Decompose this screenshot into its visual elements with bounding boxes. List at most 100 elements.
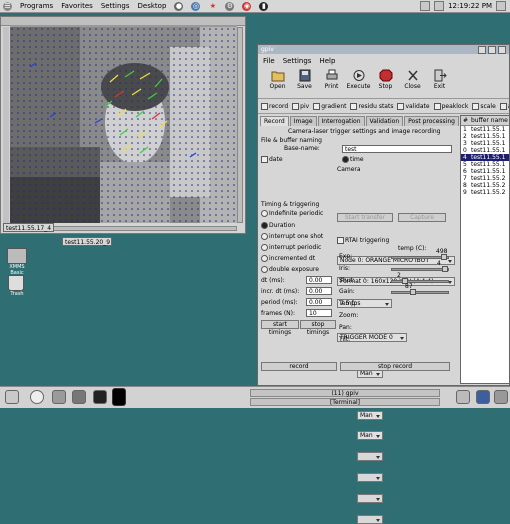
opt-average[interactable]: average <box>499 102 509 110</box>
lifebuoy-icon[interactable]: ◉ <box>242 1 252 11</box>
tab-record[interactable]: Record <box>260 116 289 126</box>
camera-vertical-scrollbar[interactable] <box>237 27 243 223</box>
close-button[interactable]: Close <box>399 69 426 97</box>
save-button[interactable]: Save <box>291 69 318 97</box>
desktop-file-label-2[interactable]: test11.55.20_9 <box>62 237 112 246</box>
opt-gradient[interactable]: gradient <box>313 102 346 110</box>
feature-mode-select[interactable]: Man <box>357 431 383 441</box>
timing-interrupt-periodic[interactable]: interrupt periodic <box>261 244 321 251</box>
tray-network-icon[interactable] <box>476 390 490 404</box>
menu-file[interactable]: File <box>263 57 275 65</box>
incr-dt-input[interactable]: 0.00 <box>306 287 332 295</box>
rtai-checkbox[interactable]: RTAI triggering <box>337 237 389 244</box>
opt-record[interactable]: record <box>261 102 288 110</box>
menu-programs[interactable]: Programs <box>20 2 53 10</box>
buffer-row[interactable]: 6 test11.55.1 <box>461 168 509 175</box>
col-buffer-name[interactable]: buffer name <box>471 117 508 124</box>
period-input[interactable]: 0.00 <box>306 298 332 306</box>
trash-shortcut[interactable]: Trash <box>5 275 29 297</box>
feature-slider[interactable] <box>391 265 449 272</box>
close-window-button[interactable] <box>498 46 506 54</box>
print-button[interactable]: Print <box>318 69 345 97</box>
start-transfer-button[interactable]: Start transfer <box>337 213 393 222</box>
buffer-row[interactable]: 8 test11.55.2 <box>461 182 509 189</box>
gnome-foot-icon[interactable]: ● <box>174 1 184 11</box>
timing-duration[interactable]: Duration <box>261 222 295 229</box>
menu-settings[interactable]: Settings <box>101 2 130 10</box>
xmms-shortcut[interactable]: XMMS Basic <box>5 248 29 276</box>
feature-slider[interactable] <box>391 289 449 296</box>
opt-validate[interactable]: validate <box>397 102 430 110</box>
exit-button[interactable]: Exit <box>426 69 453 97</box>
terminal-icon[interactable]: ▮ <box>259 1 269 11</box>
col-num[interactable]: # <box>461 117 471 124</box>
timing-double-exposure[interactable]: double exposure <box>261 266 319 273</box>
buffer-row[interactable]: 2 test11.55.1 <box>461 133 509 140</box>
opt-piv[interactable]: piv <box>292 102 309 110</box>
execute-button[interactable]: Execute <box>345 69 372 97</box>
settings-icon[interactable]: ⚙ <box>225 1 235 11</box>
cpu-monitor-icon[interactable] <box>112 388 126 406</box>
buffer-row[interactable]: 7 test11.55.2 <box>461 175 509 182</box>
time-checkbox[interactable]: time <box>342 156 364 163</box>
stop-record-button[interactable]: stop record <box>340 362 450 371</box>
timing-indefinite[interactable]: Indefinite periodic <box>261 210 323 217</box>
tab-image[interactable]: Image <box>289 116 317 126</box>
stop-timings-button[interactable]: stop timings <box>300 320 336 336</box>
open-button[interactable]: Open <box>264 69 291 97</box>
opt-scale[interactable]: scale <box>472 102 496 110</box>
basename-input[interactable]: test <box>342 145 452 153</box>
timing-incremented-dt[interactable]: incremented dt <box>261 255 315 262</box>
feature-slider[interactable] <box>391 254 449 260</box>
file-manager-icon[interactable] <box>52 390 66 404</box>
desktop-file-label[interactable]: test11.55.17_4 <box>3 223 55 232</box>
frames-input[interactable]: 10 <box>306 309 332 317</box>
buffer-row[interactable]: 0 test11.55.1 <box>461 147 509 154</box>
opt-peaklock[interactable]: peaklock <box>433 102 468 110</box>
help-icon[interactable] <box>30 390 44 404</box>
star-icon[interactable]: ★ <box>208 2 217 11</box>
tray-volume-icon[interactable] <box>456 390 470 404</box>
buffer-row[interactable]: 4 test11.55.1 <box>461 154 509 161</box>
menu-help[interactable]: Help <box>319 57 335 65</box>
buffer-row[interactable]: 5 test11.55.1 <box>461 161 509 168</box>
task-gpiv[interactable]: (11) gpiv <box>250 389 440 397</box>
tab-post-processing[interactable]: Post processing <box>404 116 459 126</box>
start-timings-button[interactable]: start timings <box>261 320 299 336</box>
capture-button[interactable]: Capture <box>398 213 446 222</box>
slider-knob[interactable] <box>442 265 448 272</box>
buffer-row[interactable]: 3 test11.55.1 <box>461 140 509 147</box>
tray-monitor-icon[interactable] <box>494 390 508 404</box>
feature-mode-select[interactable] <box>357 514 383 524</box>
minimize-button[interactable] <box>478 46 486 54</box>
tab-interrogation[interactable]: Interrogation <box>317 116 365 126</box>
tab-validation[interactable]: Validation <box>365 116 404 126</box>
maximize-button[interactable] <box>488 46 496 54</box>
opt-residu-stats[interactable]: residu stats <box>350 102 393 110</box>
app-menu-icon[interactable]: ☰ <box>3 1 12 11</box>
record-button[interactable]: record <box>261 362 337 371</box>
menu-favorites[interactable]: Favorites <box>61 2 93 10</box>
feature-mode-select[interactable]: Man <box>357 410 383 420</box>
browser-icon[interactable]: ◎ <box>191 1 201 11</box>
menu-gpiv-settings[interactable]: Settings <box>283 57 312 65</box>
gnome-menu-icon[interactable] <box>5 390 19 404</box>
menu-desktop[interactable]: Desktop <box>138 2 167 10</box>
timing-interrupt-oneshot[interactable]: interrupt one shot <box>261 233 323 240</box>
gpiv-titlebar[interactable]: gpiv <box>258 45 509 54</box>
date-checkbox[interactable]: date <box>261 156 283 163</box>
buffer-row[interactable]: 9 test11.55.2 <box>461 189 509 196</box>
terminal-launcher-icon[interactable] <box>93 390 107 404</box>
task-terminal[interactable]: [Terminal] <box>250 398 440 406</box>
feature-mode-select[interactable] <box>357 493 383 503</box>
tray-icon-2[interactable] <box>434 1 445 11</box>
printer-launcher-icon[interactable] <box>72 390 86 404</box>
workspace-switcher[interactable] <box>496 1 506 11</box>
feature-mode-select[interactable] <box>357 452 383 462</box>
buffer-row[interactable]: 1 test11.55.1 <box>461 126 509 133</box>
buffer-list[interactable]: # buffer name 1 test11.55.1 2 test11.55.1 3 t… <box>460 115 510 384</box>
feature-mode-select[interactable] <box>357 473 383 482</box>
tray-icon-1[interactable] <box>420 1 431 11</box>
stop-button[interactable]: Stop <box>372 69 399 97</box>
feature-slider[interactable] <box>391 277 449 284</box>
